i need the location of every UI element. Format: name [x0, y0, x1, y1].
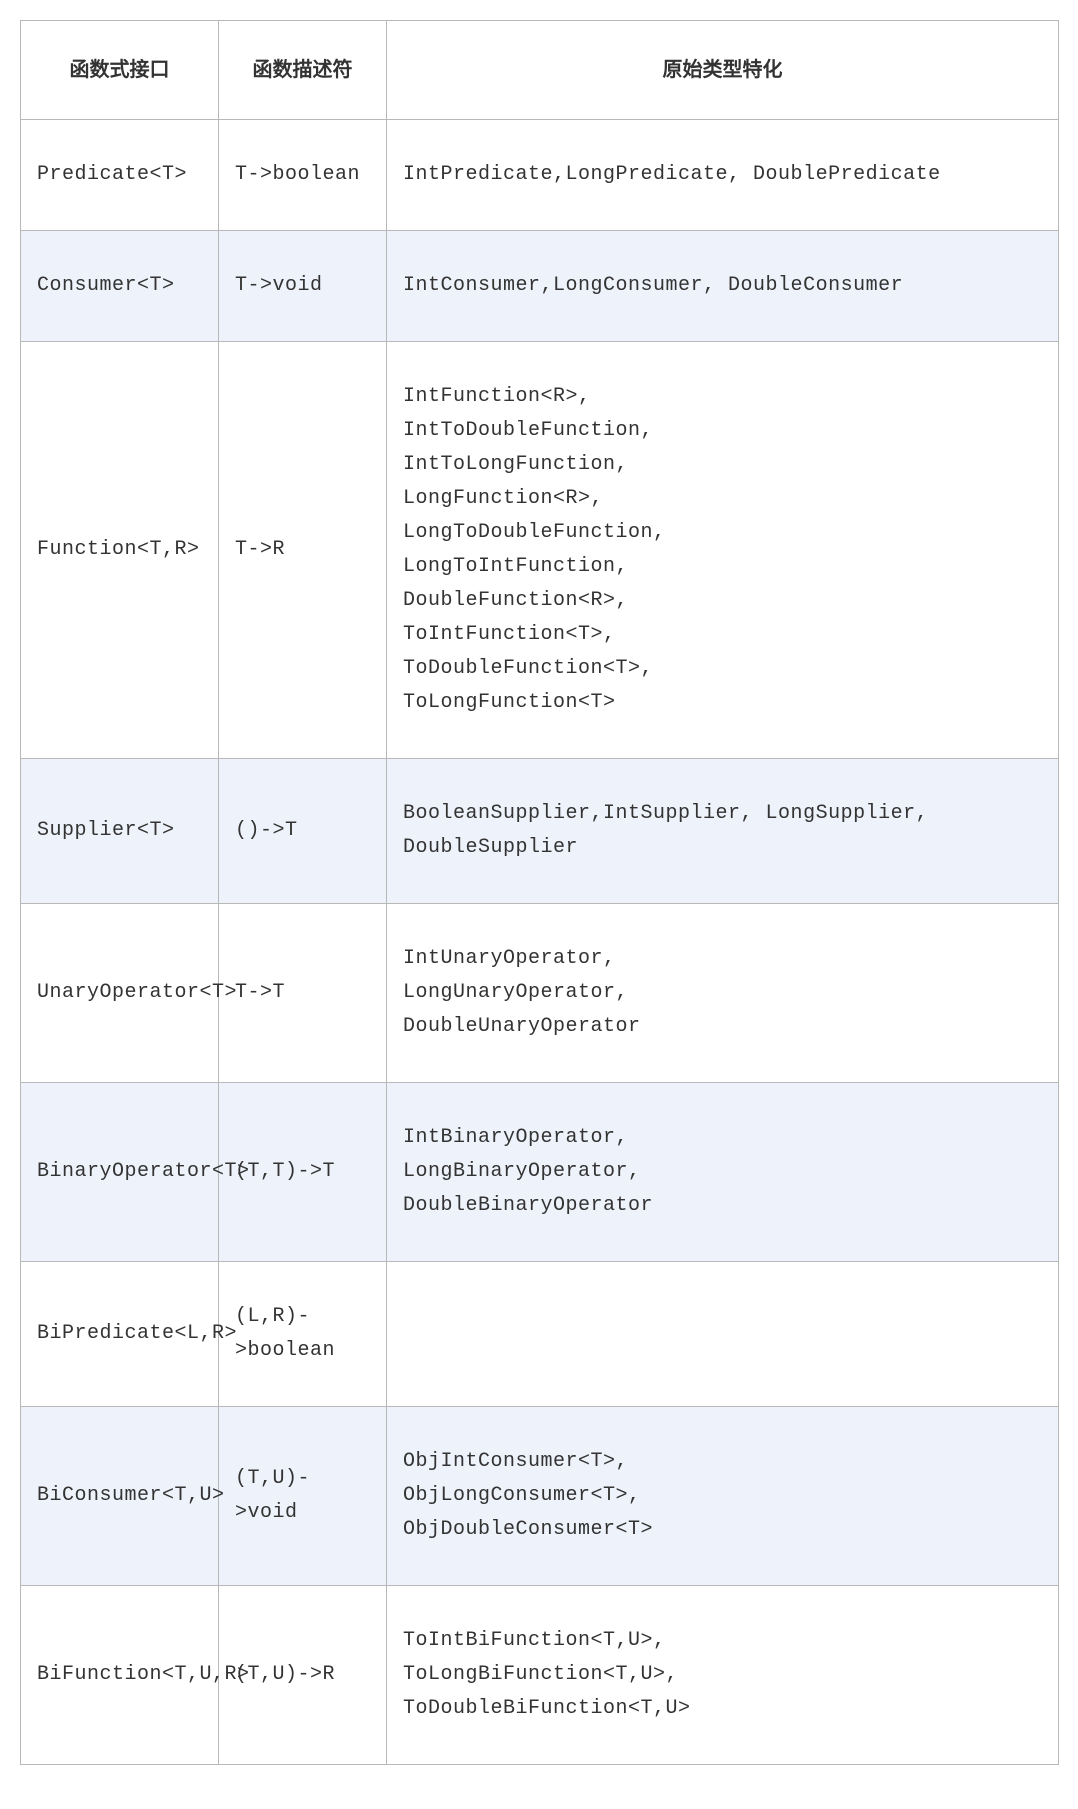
cell-specialization: BooleanSupplier,IntSupplier, LongSupplie… — [387, 759, 1059, 904]
cell-interface: Predicate<T> — [21, 120, 219, 231]
table-row: Predicate<T>T->booleanIntPredicate,LongP… — [21, 120, 1059, 231]
table-row: Function<T,R>T->RIntFunction<R>, IntToDo… — [21, 342, 1059, 759]
table-row: BiFunction<T,U,R>(T,U)->RToIntBiFunction… — [21, 1586, 1059, 1765]
cell-descriptor: T->boolean — [219, 120, 387, 231]
cell-descriptor: (T,T)->T — [219, 1083, 387, 1262]
cell-specialization: IntFunction<R>, IntToDoubleFunction, Int… — [387, 342, 1059, 759]
cell-specialization: IntConsumer,LongConsumer, DoubleConsumer — [387, 231, 1059, 342]
header-specialization: 原始类型特化 — [387, 21, 1059, 120]
cell-specialization: IntPredicate,LongPredicate, DoublePredic… — [387, 120, 1059, 231]
table-row: BiPredicate<L,R>(L,R)->boolean — [21, 1262, 1059, 1407]
cell-specialization — [387, 1262, 1059, 1407]
header-descriptor: 函数描述符 — [219, 21, 387, 120]
cell-specialization: IntUnaryOperator, LongUnaryOperator, Dou… — [387, 904, 1059, 1083]
functional-interface-table: 函数式接口 函数描述符 原始类型特化 Predicate<T>T->boolea… — [20, 20, 1059, 1765]
cell-descriptor: T->T — [219, 904, 387, 1083]
cell-interface: BiFunction<T,U,R> — [21, 1586, 219, 1765]
cell-descriptor: (T,U)->void — [219, 1407, 387, 1586]
cell-interface: BiPredicate<L,R> — [21, 1262, 219, 1407]
cell-interface: BiConsumer<T,U> — [21, 1407, 219, 1586]
table-row: Consumer<T>T->voidIntConsumer,LongConsum… — [21, 231, 1059, 342]
table-row: Supplier<T>()->TBooleanSupplier,IntSuppl… — [21, 759, 1059, 904]
cell-specialization: ObjIntConsumer<T>, ObjLongConsumer<T>, O… — [387, 1407, 1059, 1586]
table-header-row: 函数式接口 函数描述符 原始类型特化 — [21, 21, 1059, 120]
cell-interface: UnaryOperator<T> — [21, 904, 219, 1083]
cell-interface: Function<T,R> — [21, 342, 219, 759]
cell-descriptor: T->R — [219, 342, 387, 759]
cell-descriptor: T->void — [219, 231, 387, 342]
table-row: BinaryOperator<T>(T,T)->TIntBinaryOperat… — [21, 1083, 1059, 1262]
cell-specialization: ToIntBiFunction<T,U>, ToLongBiFunction<T… — [387, 1586, 1059, 1765]
cell-interface: Consumer<T> — [21, 231, 219, 342]
cell-descriptor: (T,U)->R — [219, 1586, 387, 1765]
cell-descriptor: (L,R)->boolean — [219, 1262, 387, 1407]
table-row: BiConsumer<T,U>(T,U)->voidObjIntConsumer… — [21, 1407, 1059, 1586]
cell-interface: Supplier<T> — [21, 759, 219, 904]
cell-interface: BinaryOperator<T> — [21, 1083, 219, 1262]
cell-descriptor: ()->T — [219, 759, 387, 904]
header-interface: 函数式接口 — [21, 21, 219, 120]
cell-specialization: IntBinaryOperator, LongBinaryOperator, D… — [387, 1083, 1059, 1262]
table-row: UnaryOperator<T>T->TIntUnaryOperator, Lo… — [21, 904, 1059, 1083]
